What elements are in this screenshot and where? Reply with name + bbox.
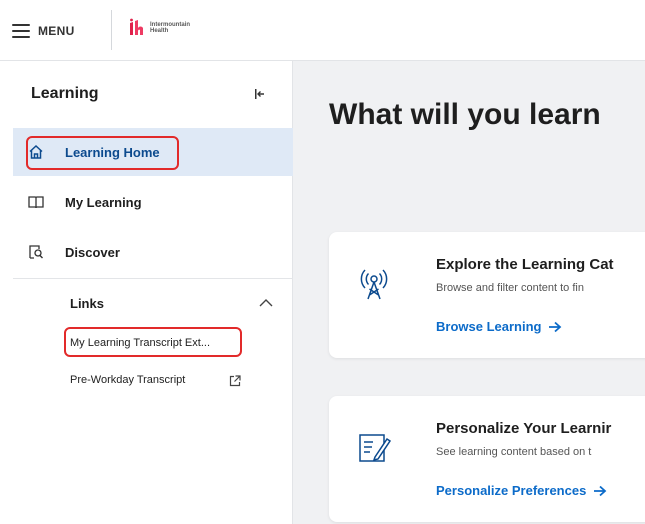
arrow-right-icon: [594, 485, 607, 496]
card-explore-catalog[interactable]: Explore the Learning Cat Browse and filt…: [329, 232, 645, 358]
chevron-up-icon[interactable]: [258, 297, 274, 309]
sidebar-item-label: Discover: [65, 244, 120, 260]
collapse-sidebar-icon[interactable]: [252, 87, 266, 101]
sidebar-item-my-learning[interactable]: My Learning: [13, 178, 293, 226]
sidebar: Learning Learning Home My Learning Disco…: [0, 61, 293, 524]
browse-learning-link[interactable]: Browse Learning: [436, 319, 562, 334]
sidebar-item-label: My Learning: [65, 194, 142, 210]
links-heading: Links: [70, 296, 104, 311]
sidebar-divider: [13, 278, 293, 279]
main-content: What will you learn Explore the Learning…: [294, 61, 645, 524]
card-link-label: Personalize Preferences: [436, 483, 587, 498]
card-title: Personalize Your Learnir: [436, 420, 612, 437]
card-description: See learning content based on t: [436, 446, 592, 458]
sidebar-title: Learning: [31, 85, 99, 102]
card-title: Explore the Learning Cat: [436, 256, 614, 273]
sidebar-item-learning-home[interactable]: Learning Home: [13, 128, 293, 176]
discover-icon: [27, 243, 45, 261]
logo-text-line2: Health: [150, 28, 169, 34]
card-description: Browse and filter content to fin: [436, 282, 584, 294]
top-bar: MENU Intermountain Health: [0, 0, 645, 61]
arrow-right-icon: [549, 321, 562, 332]
sidebar-item-discover[interactable]: Discover: [13, 228, 293, 276]
external-link-icon[interactable]: [229, 375, 241, 387]
book-icon: [27, 193, 45, 211]
intermountain-logo-icon: [130, 18, 143, 35]
link-pre-workday-transcript[interactable]: Pre-Workday Transcript: [70, 374, 185, 386]
topbar-divider: [111, 10, 112, 50]
menu-label: MENU: [38, 24, 75, 38]
card-link-label: Browse Learning: [436, 319, 542, 334]
home-icon: [27, 143, 45, 161]
link-my-learning-transcript[interactable]: My Learning Transcript Ext...: [70, 337, 210, 349]
card-personalize[interactable]: Personalize Your Learnir See learning co…: [329, 396, 645, 522]
personalize-preferences-link[interactable]: Personalize Preferences: [436, 483, 607, 498]
company-logo[interactable]: Intermountain Health: [128, 18, 190, 38]
page-heading: What will you learn: [329, 98, 601, 131]
edit-document-icon: [359, 434, 391, 462]
hamburger-icon: [12, 24, 30, 38]
menu-button[interactable]: MENU: [12, 16, 98, 46]
broadcast-tower-icon: [360, 269, 388, 300]
sidebar-item-label: Learning Home: [65, 144, 160, 160]
